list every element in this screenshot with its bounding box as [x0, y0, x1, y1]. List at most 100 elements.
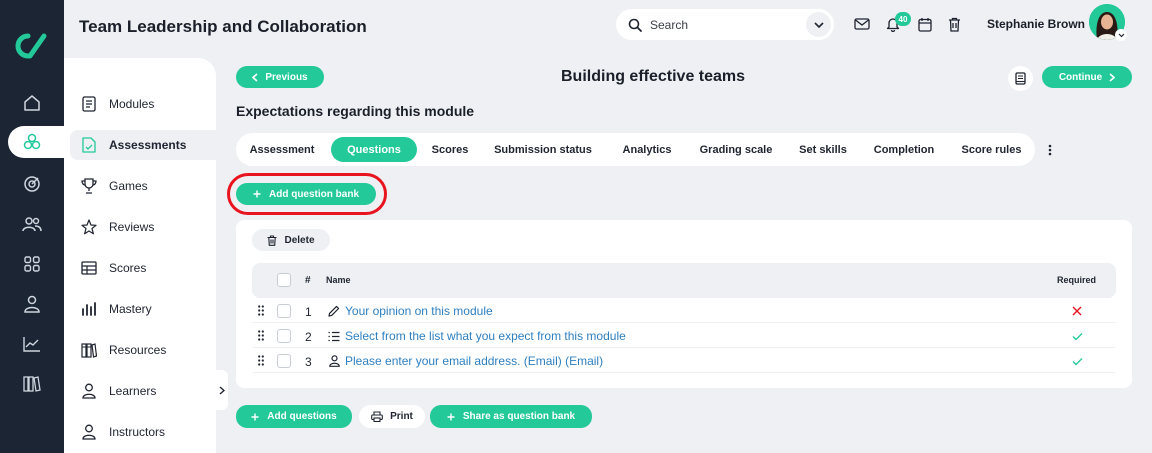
target-icon[interactable] [20, 172, 44, 196]
tab-questions[interactable]: Questions [331, 137, 417, 162]
previous-button[interactable]: Previous [236, 66, 324, 88]
column-required: Required [1057, 275, 1097, 285]
print-button[interactable]: Print [359, 405, 425, 428]
delete-button[interactable]: Delete [252, 229, 330, 251]
book-button[interactable] [1008, 66, 1033, 91]
books-icon [80, 341, 98, 359]
table-row[interactable]: 1 Your opinion on this module [252, 299, 1116, 323]
main-rail [0, 0, 78, 453]
tab-set-skills[interactable]: Set skills [792, 137, 854, 162]
more-vertical-icon [1048, 144, 1052, 156]
column-number: # [305, 275, 311, 286]
sidebar-item-label: Scores [109, 261, 147, 275]
row-checkbox[interactable] [277, 304, 291, 318]
table-header: # Name Required [252, 263, 1116, 298]
chevron-down-icon [813, 21, 824, 28]
sidebar-item-resources[interactable]: Resources [70, 335, 216, 365]
row-checkbox[interactable] [277, 329, 291, 343]
required-check-icon [1070, 354, 1084, 368]
tab-analytics[interactable]: Analytics [612, 137, 682, 162]
sidebar-collapse-button[interactable] [216, 370, 228, 410]
chart-icon[interactable] [20, 332, 44, 356]
person-icon [327, 354, 341, 368]
sidebar-item-reviews[interactable]: Reviews [70, 212, 216, 242]
row-number: 3 [305, 355, 312, 369]
trash-icon [267, 234, 277, 246]
share-as-question-bank-label: Share as question bank [462, 411, 576, 422]
table-row[interactable]: 3 Please enter your email address. (Emai… [252, 349, 1116, 373]
question-name-link[interactable]: Please enter your email address. (Email)… [345, 354, 603, 368]
row-number: 1 [305, 305, 312, 319]
page-title: Building effective teams [561, 68, 746, 85]
sidebar-item-label: Assessments [109, 138, 187, 152]
tab-submission-status[interactable]: Submission status [484, 137, 602, 162]
drag-handle-icon[interactable] [258, 355, 264, 366]
required-check-icon [1070, 329, 1084, 343]
mail-icon[interactable] [853, 15, 871, 33]
sidebar-item-modules[interactable]: Modules [70, 89, 216, 119]
module-sidebar: Modules Assessments Games Reviews Scores… [64, 58, 216, 453]
tab-score-rules[interactable]: Score rules [954, 137, 1029, 162]
sidebar-item-games[interactable]: Games [70, 171, 216, 201]
search-input[interactable] [650, 17, 790, 32]
file-check-icon [80, 136, 98, 154]
search-box[interactable] [616, 9, 834, 40]
question-name-link[interactable]: Select from the list what you expect fro… [345, 329, 626, 343]
sidebar-item-label: Reviews [109, 220, 155, 234]
section-title: Expectations regarding this module [236, 103, 475, 119]
highlight-annotation [227, 173, 387, 215]
tab-completion[interactable]: Completion [864, 137, 944, 162]
search-dropdown-button[interactable] [806, 12, 831, 37]
users-icon[interactable] [20, 212, 44, 236]
delete-label: Delete [284, 234, 315, 246]
not-required-x-icon [1070, 304, 1084, 318]
tab-grading-scale[interactable]: Grading scale [690, 137, 782, 162]
chevron-right-icon [1109, 72, 1116, 82]
sidebar-item-label: Modules [109, 97, 155, 111]
sidebar-item-mastery[interactable]: Mastery [70, 294, 216, 324]
sidebar-item-assessments[interactable]: Assessments [70, 130, 216, 160]
pencil-icon [327, 304, 341, 318]
bar-chart-icon [80, 300, 98, 318]
document-list-icon [80, 95, 98, 113]
more-tabs-button[interactable] [1044, 142, 1056, 158]
question-name-link[interactable]: Your opinion on this module [345, 304, 493, 318]
book-icon [1015, 72, 1026, 85]
add-questions-button[interactable]: Add questions [236, 405, 352, 428]
select-all-checkbox[interactable] [277, 273, 291, 287]
grid-icon[interactable] [20, 252, 44, 276]
sidebar-item-label: Mastery [109, 302, 152, 316]
logo-icon[interactable] [11, 30, 51, 62]
user-name: Stephanie Brown [987, 17, 1086, 31]
sidebar-item-label: Resources [109, 343, 167, 357]
trash-icon[interactable] [945, 15, 963, 33]
library-icon[interactable] [20, 372, 44, 396]
sidebar-item-instructors[interactable]: Instructors [70, 417, 216, 447]
calendar-icon[interactable] [916, 15, 934, 33]
plus-icon [447, 413, 455, 420]
user-menu-chevron-icon[interactable] [1115, 29, 1127, 41]
user-icon [80, 382, 98, 400]
tab-scores[interactable]: Scores [424, 137, 476, 162]
drag-handle-icon[interactable] [258, 305, 264, 316]
trophy-icon [80, 177, 98, 195]
app-title: Team Leadership and Collaboration [79, 17, 367, 36]
sidebar-item-label: Learners [109, 384, 157, 398]
notification-badge: 40 [895, 12, 911, 26]
user-icon[interactable] [20, 292, 44, 316]
previous-label: Previous [265, 71, 308, 83]
chevron-right-icon [219, 385, 225, 395]
drag-handle-icon[interactable] [258, 330, 264, 341]
home-icon[interactable] [20, 91, 44, 115]
instructor-icon [80, 423, 98, 441]
share-as-question-bank-button[interactable]: Share as question bank [430, 405, 592, 428]
row-checkbox[interactable] [277, 354, 291, 368]
sidebar-item-learners[interactable]: Learners [70, 376, 216, 406]
printer-icon [371, 411, 383, 422]
assessments-icon [22, 132, 42, 152]
sidebar-item-scores[interactable]: Scores [70, 253, 216, 283]
continue-button[interactable]: Continue [1042, 66, 1132, 88]
tab-assessment[interactable]: Assessment [240, 137, 324, 162]
table-row[interactable]: 2 Select from the list what you expect f… [252, 324, 1116, 348]
search-icon [628, 18, 642, 32]
